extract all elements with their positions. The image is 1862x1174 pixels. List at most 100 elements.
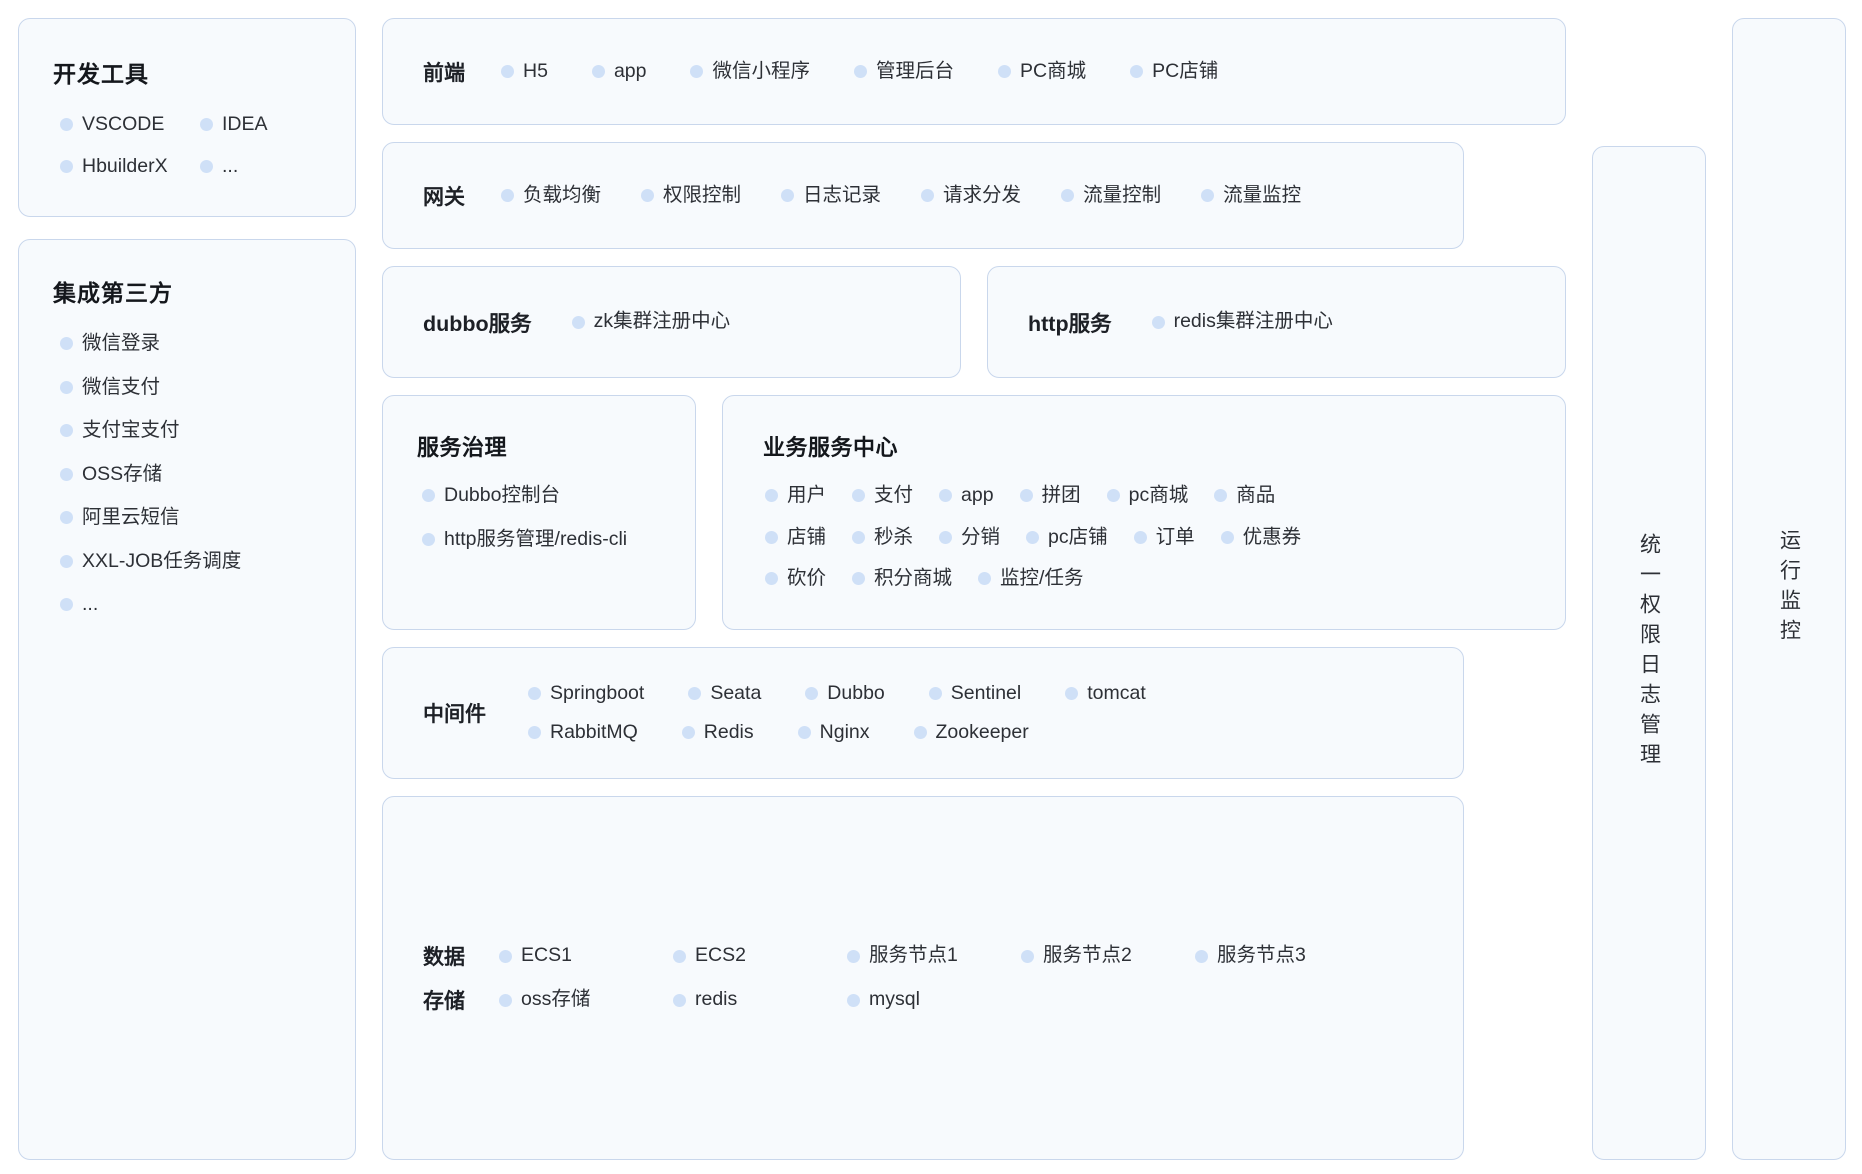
dev-tool-label: HbuilderX (82, 154, 168, 177)
data-label: ECS1 (521, 944, 572, 967)
list-item[interactable]: 流量控制 (1061, 185, 1161, 206)
list-item[interactable]: 监控/任务 (978, 568, 1083, 589)
list-item[interactable]: 订单 (1133, 527, 1195, 548)
list-item[interactable]: zk集群注册中心 (571, 312, 730, 332)
storage-label: mysql (869, 988, 920, 1011)
business-label: 拼团 (1041, 484, 1081, 506)
list-item[interactable]: oss存储 (499, 990, 633, 1010)
list-item[interactable]: 服务节点1 (847, 946, 981, 966)
list-item[interactable]: ... (200, 156, 310, 177)
bullet-icon (422, 532, 435, 546)
bullet-icon (1019, 489, 1033, 503)
list-item[interactable]: 阿里云短信 (60, 507, 321, 528)
list-item[interactable]: 支付 (852, 484, 914, 506)
list-item[interactable]: Redis (681, 722, 754, 743)
http-registry-label: redis集群注册中心 (1173, 310, 1333, 333)
list-item[interactable]: 服务节点3 (1195, 946, 1329, 966)
list-item[interactable]: 权限控制 (641, 185, 741, 206)
list-item[interactable]: app (939, 484, 994, 506)
middleware-label: Seata (710, 681, 762, 704)
list-item[interactable]: pc店铺 (1026, 525, 1108, 548)
third-party-label: ... (82, 593, 99, 615)
bullet-icon (805, 686, 819, 700)
service-governance-card: 服务治理 Dubbo控制台 http服务管理/redis-cli (382, 395, 696, 630)
list-item[interactable]: 用户 (765, 485, 826, 506)
frontend-label: PC商城 (1020, 59, 1087, 82)
governance-label: http服务管理/redis-cli (444, 527, 628, 550)
bullet-icon (852, 489, 866, 503)
gateway-card: 网关 负载均衡 权限控制 日志记录 请求分发 流量控制 流量监控 (382, 142, 1464, 249)
list-item[interactable]: 日志记录 (781, 185, 881, 206)
list-item[interactable]: ECS1 (499, 946, 633, 966)
bullet-icon (60, 337, 73, 351)
list-item[interactable]: Springboot (528, 683, 644, 704)
list-item[interactable]: 砍价 (765, 567, 827, 589)
list-item[interactable]: VSCODE (60, 114, 170, 135)
bullet-icon (1201, 189, 1215, 202)
business-label: 砍价 (787, 567, 827, 589)
list-item[interactable]: 微信支付 (60, 377, 321, 398)
list-item[interactable]: H5 (501, 61, 548, 82)
storage-label: redis (695, 988, 738, 1011)
list-item[interactable]: Seata (688, 681, 762, 704)
list-item[interactable]: RabbitMQ (528, 721, 638, 743)
list-item[interactable]: tomcat (1065, 683, 1146, 704)
list-item[interactable]: 流量监控 (1201, 185, 1301, 206)
list-item[interactable]: OSS存储 (60, 462, 321, 485)
storage-label: oss存储 (521, 988, 591, 1011)
list-item[interactable]: 秒杀 (852, 527, 913, 548)
list-item[interactable]: ... (60, 593, 321, 615)
list-item[interactable]: 负载均衡 (501, 185, 601, 206)
data-label: 服务节点2 (1043, 944, 1132, 967)
list-item[interactable]: Zookeeper (913, 722, 1029, 743)
business-label: 支付 (874, 484, 914, 506)
services-row: dubbo服务 zk集群注册中心 http服务 redis集群注册中心 (382, 266, 1566, 378)
business-label: pc店铺 (1048, 525, 1108, 548)
dubbo-service-title: dubbo服务 (423, 311, 532, 336)
bullet-icon (797, 726, 811, 740)
list-item[interactable]: http服务管理/redis-cli (422, 527, 661, 550)
list-item[interactable]: 优惠券 (1220, 527, 1301, 548)
list-item[interactable]: 分销 (939, 527, 1000, 548)
bullet-icon (501, 189, 514, 202)
business-label: app (961, 484, 994, 506)
list-item[interactable]: Dubbo (805, 683, 885, 704)
list-item[interactable]: app (591, 61, 646, 82)
list-item[interactable]: pc商城 (1106, 485, 1188, 506)
list-item[interactable]: PC店铺 (1130, 61, 1218, 82)
list-item[interactable]: 店铺 (765, 527, 826, 548)
list-item[interactable]: 请求分发 (921, 185, 1021, 206)
list-item[interactable]: mysql (847, 990, 981, 1010)
list-item[interactable]: 拼团 (1019, 484, 1081, 506)
bullet-icon (1220, 530, 1234, 544)
list-item[interactable]: ECS2 (673, 946, 807, 966)
storage-row: oss存储 redis mysql (499, 989, 1329, 1011)
list-item[interactable]: redis集群注册中心 (1151, 310, 1333, 333)
list-item[interactable]: Sentinel (928, 683, 1021, 704)
middleware-label: RabbitMQ (550, 721, 638, 743)
list-item[interactable]: Dubbo控制台 (422, 485, 661, 506)
list-item[interactable]: IDEA (200, 114, 310, 135)
bullet-icon (60, 424, 73, 438)
third-party-label: OSS存储 (82, 462, 163, 485)
list-item[interactable]: 微信小程序 (690, 61, 810, 82)
list-item[interactable]: PC商城 (998, 59, 1087, 82)
list-item[interactable]: 服务节点2 (1021, 946, 1155, 966)
list-item[interactable]: 支付宝支付 (60, 420, 321, 441)
bullet-icon (673, 949, 686, 963)
list-item[interactable]: redis (673, 990, 807, 1010)
list-item[interactable]: 积分商城 (852, 568, 952, 589)
list-item[interactable]: XXL-JOB任务调度 (60, 551, 321, 572)
bullet-icon (1214, 489, 1228, 503)
bullet-icon (200, 118, 213, 132)
list-item[interactable]: 微信登录 (60, 333, 321, 354)
business-center-card: 业务服务中心 用户 支付 app 拼团 pc商城 商品 店铺 秒杀 分销 pc店… (722, 395, 1566, 630)
bullet-icon (939, 489, 953, 503)
frontend-title: 前端 (423, 61, 465, 85)
list-item[interactable]: 管理后台 (854, 61, 954, 82)
list-item[interactable]: HbuilderX (60, 154, 170, 177)
list-item[interactable]: Nginx (797, 722, 870, 743)
data-storage-labels: 数据 存储 (423, 945, 465, 1013)
list-item[interactable]: 商品 (1214, 485, 1275, 506)
bullet-icon (854, 65, 867, 78)
